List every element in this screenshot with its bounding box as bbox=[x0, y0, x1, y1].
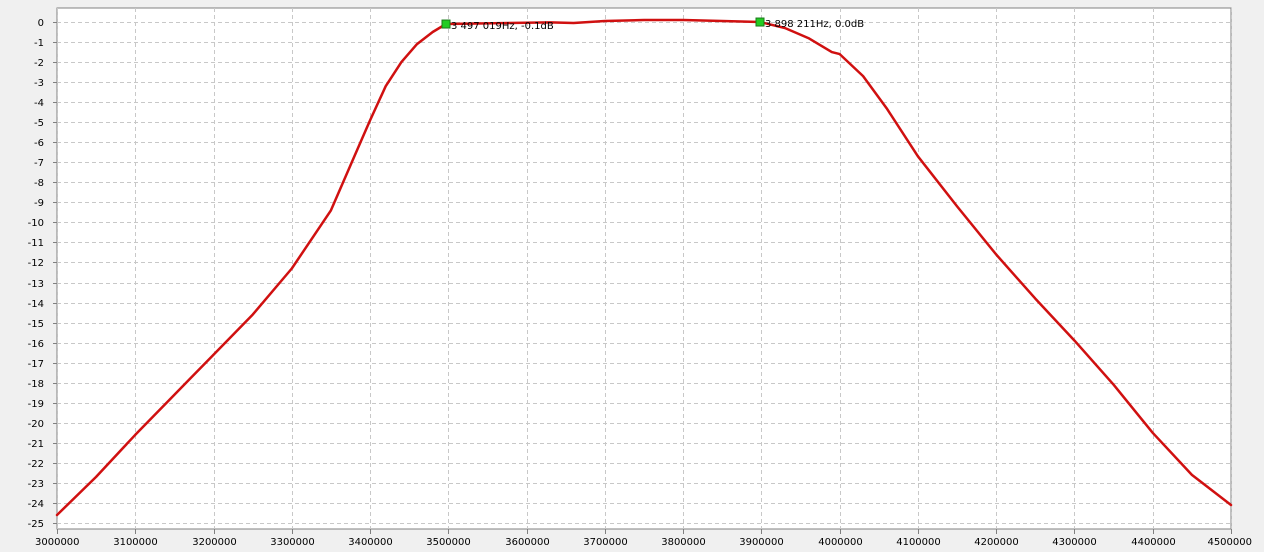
x-tick-label: 4100000 bbox=[896, 537, 941, 548]
y-tick-label: -2 bbox=[34, 58, 44, 69]
y-tick-label: -3 bbox=[34, 78, 44, 89]
y-tick-label: 0 bbox=[38, 18, 44, 29]
x-tick-label: 3800000 bbox=[661, 537, 706, 548]
y-tick-label: -19 bbox=[28, 399, 44, 410]
y-tick-label: -6 bbox=[34, 138, 44, 149]
y-tick-label: -5 bbox=[34, 118, 44, 129]
y-tick-label: -21 bbox=[28, 439, 44, 450]
y-tick-label: -22 bbox=[28, 459, 44, 470]
y-tick-label: -23 bbox=[28, 479, 44, 490]
y-tick-label: -7 bbox=[34, 158, 44, 169]
y-tick-label: -12 bbox=[28, 258, 44, 269]
marker-label: 3 497 019Hz, -0.1dB bbox=[451, 21, 554, 32]
x-tick-label: 4500000 bbox=[1207, 537, 1252, 548]
y-tick-label: -20 bbox=[28, 419, 44, 430]
y-tick-label: -14 bbox=[28, 299, 44, 310]
x-tick-label: 4400000 bbox=[1131, 537, 1176, 548]
chart-svg: 0 -1 -2 -3 -4 -5 -6 -7 -8 -9 -10 -11 -12 -13 -14 -15 -16… bbox=[28, 7, 1252, 548]
x-tick-label: 3100000 bbox=[113, 537, 158, 548]
marker-point[interactable] bbox=[755, 17, 765, 27]
x-axis-ticks: 3000000 3100000 3200000 3300000 3400000 35000… bbox=[35, 529, 1252, 548]
y-axis-ticks: 0 -1 -2 -3 -4 -5 -6 -7 -8 -9 -10 -11 -12 -13 -14 -15 -16… bbox=[28, 18, 57, 530]
x-tick-label: 3900000 bbox=[739, 537, 784, 548]
y-tick-label: -11 bbox=[28, 238, 44, 249]
y-tick-label: -18 bbox=[28, 379, 44, 390]
plot-area bbox=[56, 7, 1232, 530]
x-tick-label: 3700000 bbox=[583, 537, 628, 548]
y-tick-label: -4 bbox=[34, 98, 44, 109]
y-tick-label: -17 bbox=[28, 359, 44, 370]
x-tick-label: 4000000 bbox=[818, 537, 863, 548]
x-tick-label: 3500000 bbox=[426, 537, 471, 548]
x-tick-label: 3400000 bbox=[348, 537, 393, 548]
frequency-response-chart: 0 -1 -2 -3 -4 -5 -6 -7 -8 -9 -10 -11 -12 -13 -14 -15 -16… bbox=[0, 0, 1264, 552]
y-tick-label: -24 bbox=[28, 499, 44, 510]
marker-point[interactable] bbox=[441, 19, 451, 29]
y-tick-label: -8 bbox=[34, 178, 44, 189]
y-tick-label: -13 bbox=[28, 279, 44, 290]
y-tick-label: -1 bbox=[34, 38, 44, 49]
x-tick-label: 3300000 bbox=[270, 537, 315, 548]
x-tick-label: 4300000 bbox=[1052, 537, 1097, 548]
x-tick-label: 3000000 bbox=[35, 537, 80, 548]
marker-label: 3 898 211Hz, 0.0dB bbox=[765, 19, 864, 30]
x-tick-label: 3600000 bbox=[505, 537, 550, 548]
y-tick-label: -9 bbox=[34, 198, 44, 209]
y-tick-label: -10 bbox=[28, 218, 44, 229]
y-tick-label: -15 bbox=[28, 319, 44, 330]
y-tick-label: -16 bbox=[28, 339, 44, 350]
x-tick-label: 4200000 bbox=[974, 537, 1019, 548]
y-tick-label: -25 bbox=[28, 519, 44, 530]
x-tick-label: 3200000 bbox=[192, 537, 237, 548]
